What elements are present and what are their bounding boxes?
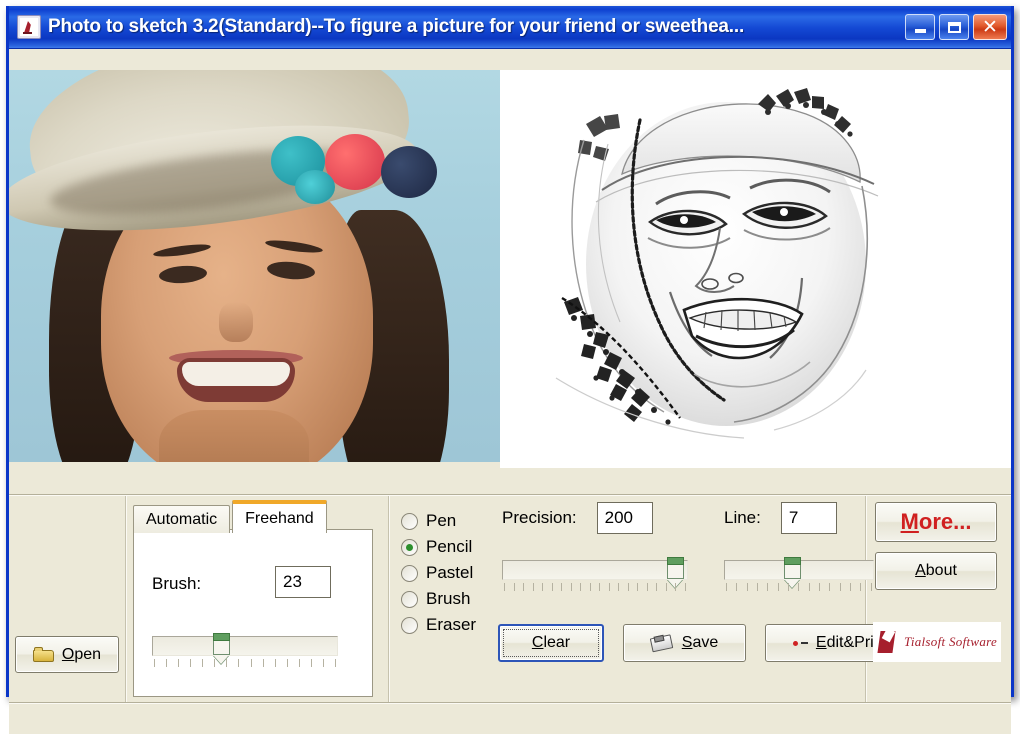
radio-pencil-label: Pencil (426, 537, 472, 557)
precision-value-field[interactable]: 200 (597, 502, 653, 534)
client-area: Open Automatic Freehand Brush: 23 (9, 49, 1011, 694)
tab-freehand[interactable]: Freehand (232, 500, 327, 533)
line-value-field[interactable]: 7 (781, 502, 837, 534)
brush-label: Brush: (152, 574, 201, 594)
image-panes (9, 70, 1011, 462)
precision-label: Precision: (502, 508, 577, 528)
tool-settings-column: Pen Pencil Pastel Brush (388, 496, 865, 702)
folder-open-icon (33, 647, 55, 663)
radio-brush[interactable]: Brush (401, 586, 511, 612)
photo-flower-teal-small (295, 170, 335, 204)
application-window: Photo to sketch 3.2(Standard)--To figure… (6, 6, 1014, 697)
print-icon (793, 636, 809, 650)
precision-field-group: Precision: 200 (502, 502, 702, 534)
photo-mouth (177, 358, 295, 402)
more-button-label: More... (901, 509, 972, 535)
radio-pen-indicator (401, 513, 418, 530)
mode-tabs-column: Automatic Freehand Brush: 23 (125, 496, 388, 702)
radio-pen[interactable]: Pen (401, 508, 511, 534)
open-button[interactable]: Open (15, 636, 119, 673)
precision-slider-track[interactable] (502, 560, 688, 580)
close-icon: ✕ (982, 18, 998, 37)
radio-pencil-indicator (401, 539, 418, 556)
source-photo-pane[interactable] (9, 70, 500, 462)
side-actions-column: More... About Tialsoft Software (865, 496, 1011, 702)
line-slider-ticks (726, 583, 872, 592)
tab-automatic[interactable]: Automatic (133, 505, 230, 533)
radio-brush-indicator (401, 591, 418, 608)
radio-eraser-indicator (401, 617, 418, 634)
panel-separator-bottom (9, 702, 1011, 704)
about-button-label: About (915, 562, 957, 580)
mode-tabstrip: Automatic Freehand (133, 500, 329, 533)
window-controls: ✕ (905, 14, 1007, 40)
clear-button-label: Clear (532, 634, 570, 652)
radio-pastel-indicator (401, 565, 418, 582)
window-title: Photo to sketch 3.2(Standard)--To figure… (48, 16, 905, 38)
radio-pastel[interactable]: Pastel (401, 560, 511, 586)
line-label: Line: (724, 508, 761, 528)
app-icon (17, 15, 41, 39)
maximize-button[interactable] (939, 14, 969, 40)
photo-nose (219, 302, 253, 342)
brush-slider-ticks (154, 659, 336, 668)
open-button-label-rest: pen (74, 646, 101, 663)
maximize-icon (948, 22, 961, 33)
brush-value-field[interactable]: 23 (275, 566, 331, 598)
save-disk-icon (649, 632, 676, 655)
title-bar: Photo to sketch 3.2(Standard)--To figure… (9, 6, 1011, 49)
clear-button[interactable]: Clear (498, 624, 604, 662)
radio-pastel-label: Pastel (426, 563, 473, 583)
radio-pen-label: Pen (426, 511, 456, 531)
photo-teeth (182, 362, 290, 386)
control-panel: Open Automatic Freehand Brush: 23 (9, 468, 1011, 734)
open-button-label: Open (62, 646, 101, 664)
vendor-logo: Tialsoft Software (873, 622, 1001, 662)
radio-eraser-label: Eraser (426, 615, 476, 635)
photo-flower-navy (381, 146, 437, 198)
precision-slider-ticks (504, 583, 686, 592)
radio-brush-label: Brush (426, 589, 470, 609)
sketch-preview-pane[interactable] (500, 70, 1011, 468)
close-button[interactable]: ✕ (973, 14, 1007, 40)
radio-pencil[interactable]: Pencil (401, 534, 511, 560)
sketch-canvas (544, 78, 894, 448)
save-button[interactable]: Save (623, 624, 746, 662)
about-button[interactable]: About (875, 552, 997, 590)
save-button-label: Save (682, 634, 718, 652)
brush-slider-track[interactable] (152, 636, 338, 656)
freehand-tab-pane: Brush: 23 (133, 529, 373, 697)
minimize-icon (915, 29, 926, 33)
photo-neck (159, 410, 309, 462)
precision-header: Precision: 200 (502, 502, 702, 534)
vendor-logo-text: Tialsoft Software (904, 634, 997, 650)
tool-radio-group: Pen Pencil Pastel Brush (401, 508, 511, 638)
more-button[interactable]: More... (875, 502, 997, 542)
top-spacer (9, 49, 1011, 70)
minimize-button[interactable] (905, 14, 935, 40)
vendor-logo-icon (877, 629, 899, 655)
radio-eraser[interactable]: Eraser (401, 612, 511, 638)
open-column: Open (9, 496, 125, 702)
